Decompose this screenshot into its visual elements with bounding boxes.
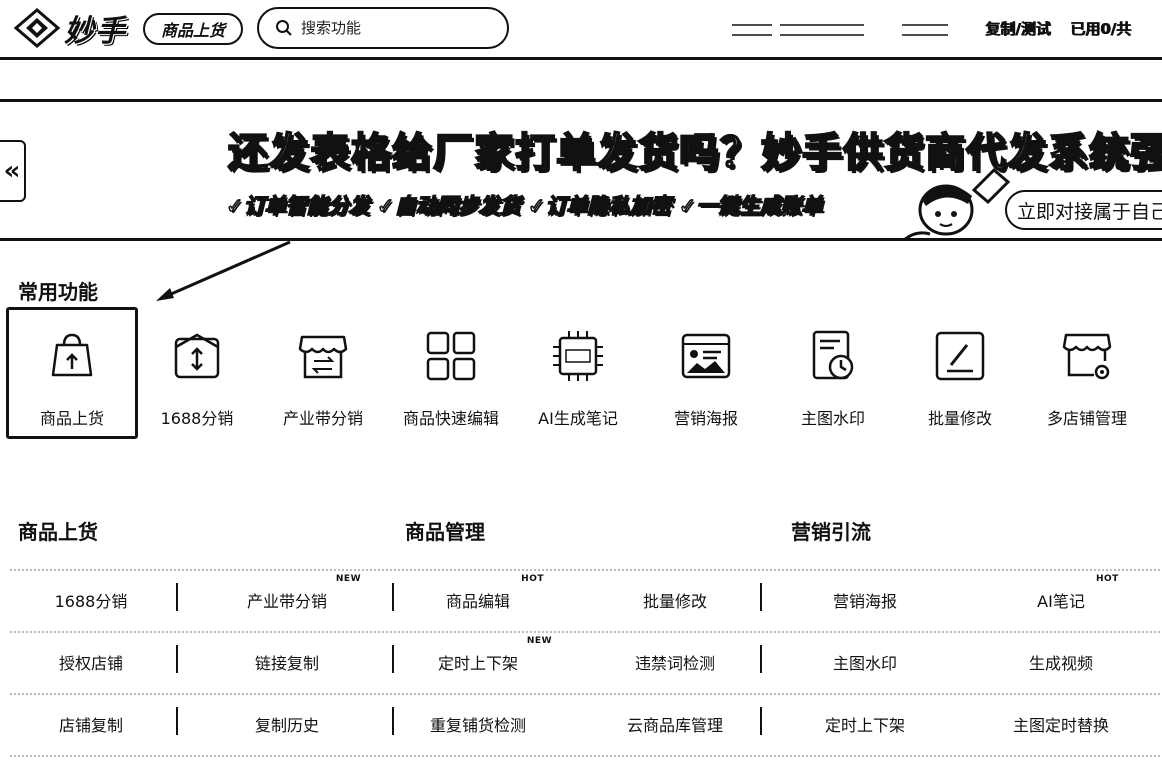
logo-text: 妙手 [64,14,126,49]
link-label: 违禁词检测 [634,654,715,673]
link-scheduled-listing[interactable]: 定时上下架 NEW [383,631,573,693]
logo-mark-icon [13,8,61,48]
link-banned-word-check[interactable]: 违禁词检测 [580,631,770,693]
new-badge: NEW [526,636,552,646]
storefront-exchange-icon [298,335,348,379]
link-label: 定时上下架 [824,716,905,735]
link-marketing-poster[interactable]: 营销海报 [770,569,960,631]
link-label: 云商品库管理 [626,716,723,735]
link-label: 定时上下架 [437,654,518,673]
search-icon [276,20,292,36]
search-box[interactable] [257,7,509,49]
link-copy-history[interactable]: 复制历史 [192,693,382,755]
func-label: 产业带分销 [282,409,363,428]
link-label: 授权店铺 [58,654,123,673]
box-transfer-icon [174,333,220,379]
link-label: 主图水印 [832,654,897,673]
shopping-bag-upload-icon [51,333,93,377]
pointer-arrow-icon [156,240,291,301]
redacted-text [780,24,864,36]
module-switch-button[interactable]: 商品上货 [143,13,243,45]
link-copy-link[interactable]: 链接复制 [192,631,382,693]
poster-icon [681,333,731,379]
func-multi-store[interactable]: 多店铺管理 [1021,307,1153,439]
redacted-text [902,24,948,36]
top-link-usage[interactable]: 已用0/共 [1070,18,1131,39]
func-label: 主图水印 [800,409,865,428]
app-logo[interactable]: 妙手 [12,8,126,49]
banner-prev-button[interactable]: « [0,140,26,202]
category-title-marketing: 营销引流 [791,520,871,544]
hot-badge: HOT [521,574,544,584]
func-label: 批量修改 [927,409,992,428]
func-ai-notes[interactable]: AI生成笔记 [512,307,644,439]
new-badge: NEW [335,574,361,584]
link-label: 链接复制 [254,654,319,673]
func-label: AI生成笔记 [538,409,618,428]
func-label: 商品上货 [39,409,104,428]
link-1688-distribution[interactable]: 1688分销 [0,569,186,631]
redacted-text [732,24,772,36]
header-divider [0,57,1162,60]
link-image-watermark[interactable]: 主图水印 [770,631,960,693]
link-label: 1688分销 [54,592,128,611]
link-label: 店铺复制 [58,716,123,735]
func-quick-edit[interactable]: 商品快速编辑 [385,307,517,439]
link-scheduled-listing-marketing[interactable]: 定时上下架 [770,693,960,755]
func-label: 1688分销 [160,409,234,428]
link-industry-distribution[interactable]: 产业带分销 NEW [192,569,382,631]
func-label: 商品快速编辑 [402,409,499,428]
grid-row-divider [10,755,1160,757]
func-label: 多店铺管理 [1046,409,1127,428]
func-industry-distribution[interactable]: 产业带分销 [257,307,389,439]
search-input[interactable] [301,19,501,37]
link-batch-edit[interactable]: 批量修改 [580,569,770,631]
top-link-review[interactable]: 复制/测试 [985,18,1050,39]
link-label: 产业带分销 [246,592,327,611]
link-copy-store[interactable]: 店铺复制 [0,693,186,755]
link-scheduled-image-swap[interactable]: 主图定时替换 [966,693,1156,755]
category-title-management: 商品管理 [405,520,485,544]
link-label: 营销海报 [832,592,897,611]
banner-cta-button[interactable]: 立即对接属于自己的 [1005,190,1162,230]
hot-badge: HOT [1096,574,1119,584]
func-1688-distribution[interactable]: 1688分销 [131,307,263,439]
link-authorize-store[interactable]: 授权店铺 [0,631,186,693]
link-ai-notes[interactable]: AI笔记 HOT [966,569,1156,631]
store-settings-icon [1062,333,1112,380]
category-title-upload: 商品上货 [18,520,98,544]
link-label: 生成视频 [1028,654,1093,673]
func-image-watermark[interactable]: 主图水印 [767,307,899,439]
link-generate-video[interactable]: 生成视频 [966,631,1156,693]
link-product-edit[interactable]: 商品编辑 HOT [383,569,573,631]
link-label: 重复铺货检测 [429,716,526,735]
batch-edit-icon [935,331,985,381]
func-label: 营销海报 [673,409,738,428]
link-label: 商品编辑 [445,592,510,611]
func-product-upload[interactable]: 商品上货 [6,307,138,439]
link-label: 主图定时替换 [1012,716,1109,735]
link-cloud-library[interactable]: 云商品库管理 [580,693,770,755]
grid-four-icon [426,331,476,381]
image-watermark-icon [812,330,854,380]
link-duplicate-check[interactable]: 重复铺货检测 [383,693,573,755]
promo-banner[interactable]: « 还发表格给厂家打单发货吗？妙手供货商代发系统强势来袭 ✓订单智能分发 ✓自动… [0,102,1162,240]
link-label: AI笔记 [1037,592,1085,611]
top-bar: 妙手 商品上货 复制/测试 已用0/共 [0,0,1162,58]
func-marketing-poster[interactable]: 营销海报 [640,307,772,439]
link-label: 复制历史 [254,716,319,735]
banner-features: ✓订单智能分发 ✓自动同步发货 ✓订单隐私加密 ✓一键生成账单 [225,193,823,219]
common-functions-title: 常用功能 [18,280,98,304]
func-batch-edit[interactable]: 批量修改 [894,307,1026,439]
link-label: 批量修改 [642,592,707,611]
ai-chip-icon [553,331,603,381]
